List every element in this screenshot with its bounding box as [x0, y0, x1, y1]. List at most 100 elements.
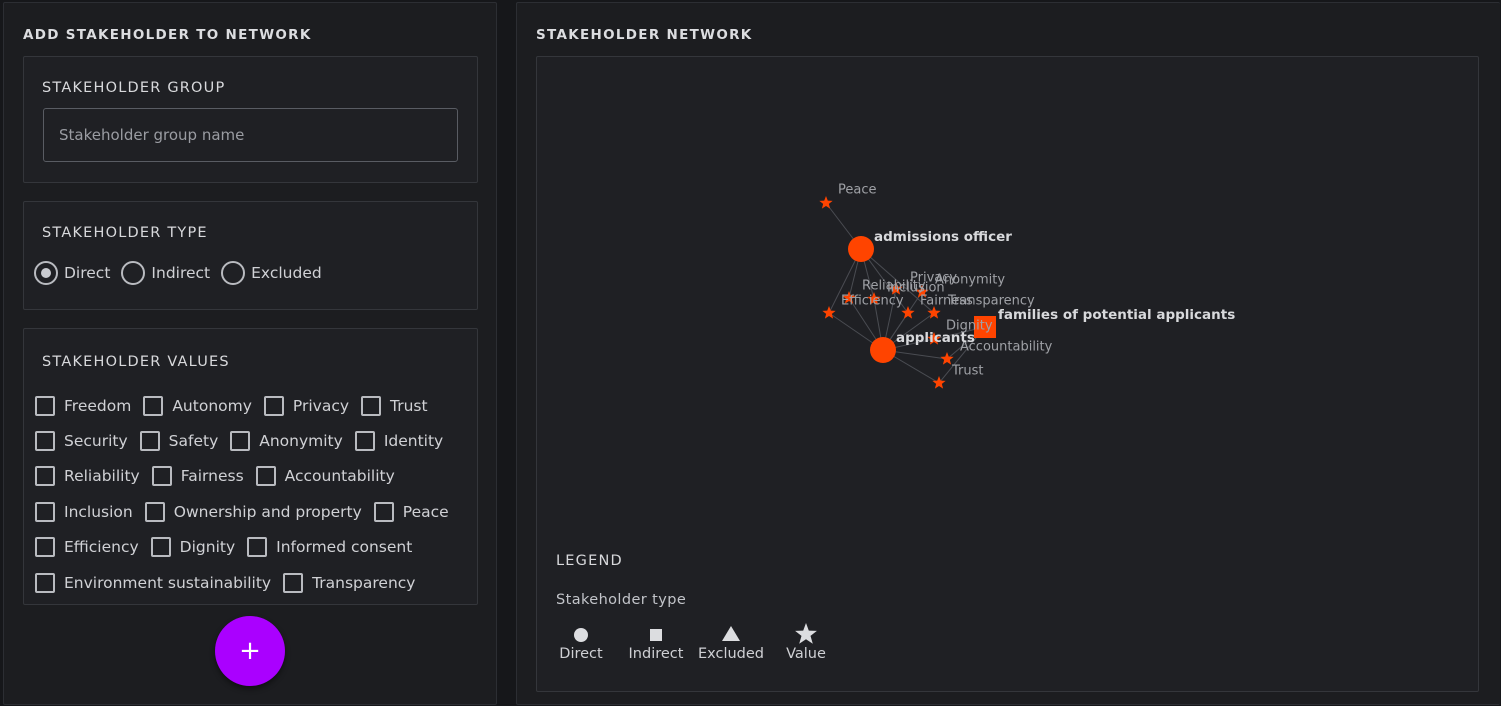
checkbox-label: Security [64, 432, 128, 451]
values-row: Security Safety Anonymity Identity [35, 423, 475, 458]
checkbox-box-icon[interactable] [354, 431, 375, 452]
checkbox-box-icon[interactable] [230, 431, 251, 452]
checkbox-security[interactable]: Security [35, 431, 128, 452]
checkbox-efficiency[interactable]: Efficiency [35, 537, 139, 558]
checkbox-freedom[interactable]: Freedom [35, 395, 132, 416]
radio-circle-icon[interactable] [34, 261, 58, 285]
panel-title: STAKEHOLDER NETWORK [536, 27, 753, 43]
checkbox-label: Safety [168, 432, 219, 451]
checkbox-label: Identity [383, 432, 444, 451]
radio-direct[interactable]: Direct [34, 261, 110, 285]
checkbox-box-icon[interactable] [247, 537, 268, 558]
checkbox-label: Autonomy [172, 396, 252, 415]
checkbox-label: Accountability [284, 467, 395, 486]
legend-subtitle: Stakeholder type [556, 592, 687, 608]
checkbox-box-icon[interactable] [263, 395, 284, 416]
stakeholder-node-applicants[interactable] [870, 337, 896, 363]
checkbox-label: Fairness [180, 467, 244, 486]
value-node-peace[interactable] [819, 196, 833, 209]
node-label-admissions-officer: admissions officer [874, 229, 1012, 245]
checkbox-box-icon[interactable] [151, 466, 172, 487]
radio-circle-icon[interactable] [221, 261, 246, 285]
checkbox-dignity[interactable]: Dignity [150, 537, 235, 558]
checkbox-reliability[interactable]: Reliability [35, 466, 140, 487]
checkbox-box-icon[interactable] [35, 466, 55, 487]
checkbox-environment-sustainability[interactable]: Environment sustainability [35, 572, 271, 593]
legend-item-indirect: Indirect [616, 623, 696, 662]
checkbox-autonomy[interactable]: Autonomy [143, 395, 252, 416]
checkbox-box-icon[interactable] [144, 501, 165, 522]
node-label-peace: Peace [838, 183, 877, 198]
checkbox-box-icon[interactable] [255, 466, 276, 487]
checkbox-box-icon[interactable] [35, 395, 55, 416]
network-graph-area[interactable]: Peace Privacy Anonymity Reliability Inclusio… [536, 56, 1479, 692]
checkbox-label: Privacy [292, 396, 350, 415]
stakeholder-network-panel: STAKEHOLDER NETWORK Peace Privacy Anonymit… [516, 2, 1500, 705]
radio-excluded[interactable]: Excluded [221, 261, 322, 285]
checkbox-label: Transparency [312, 573, 416, 592]
checkbox-label: Anonymity [259, 432, 343, 451]
checkbox-label: Informed consent [276, 538, 413, 557]
panel-title: ADD STAKEHOLDER TO NETWORK [23, 27, 312, 43]
checkbox-box-icon[interactable] [139, 431, 160, 452]
checkbox-box-icon[interactable] [35, 501, 55, 522]
legend-item-excluded: Excluded [691, 623, 771, 662]
checkbox-box-icon[interactable] [283, 572, 304, 593]
radio-label: Direct [64, 264, 111, 282]
checkbox-fairness[interactable]: Fairness [151, 466, 244, 487]
checkbox-inclusion[interactable]: Inclusion [35, 501, 133, 522]
checkbox-anonymity[interactable]: Anonymity [230, 431, 343, 452]
stakeholder-values-title: STAKEHOLDER VALUES [42, 354, 230, 370]
node-label-efficiency: Efficiency [841, 294, 904, 309]
triangle-icon [691, 623, 771, 645]
stakeholder-group-title: STAKEHOLDER GROUP [42, 80, 226, 96]
stakeholder-type-card: STAKEHOLDER TYPE Direct Indirect Excluded [23, 201, 478, 310]
legend-label: Direct [559, 646, 603, 662]
checkbox-label: Efficiency [64, 538, 139, 557]
checkbox-accountability[interactable]: Accountability [255, 466, 395, 487]
checkbox-box-icon[interactable] [373, 501, 394, 522]
checkbox-label: Trust [390, 396, 428, 415]
checkbox-label: Freedom [64, 396, 132, 415]
stakeholder-type-radio-group: Direct Indirect Excluded [34, 261, 333, 285]
checkbox-trust[interactable]: Trust [361, 395, 428, 416]
legend-label: Indirect [628, 646, 684, 662]
stakeholder-node-admissions-officer[interactable] [848, 236, 874, 262]
checkbox-privacy[interactable]: Privacy [263, 395, 350, 416]
radio-indirect[interactable]: Indirect [121, 261, 210, 285]
square-icon [616, 623, 696, 645]
checkbox-safety[interactable]: Safety [139, 431, 219, 452]
checkbox-box-icon[interactable] [150, 537, 171, 558]
legend-label: Excluded [697, 646, 764, 662]
checkbox-box-icon[interactable] [35, 537, 55, 558]
stakeholder-group-input[interactable] [43, 108, 458, 162]
checkbox-transparency[interactable]: Transparency [283, 572, 416, 593]
legend-item-value: Value [766, 623, 846, 662]
checkbox-peace[interactable]: Peace [373, 501, 449, 522]
checkbox-label: Reliability [64, 467, 140, 486]
stakeholder-type-title: STAKEHOLDER TYPE [42, 225, 208, 241]
stakeholder-values-grid: Freedom Autonomy Privacy Trust Security Safet… [35, 388, 475, 600]
checkbox-box-icon[interactable] [361, 395, 382, 416]
checkbox-identity[interactable]: Identity [354, 431, 444, 452]
node-label-anonymity: Anonymity [935, 273, 1005, 288]
node-label-applicants: applicants [896, 330, 975, 346]
checkbox-box-icon[interactable] [35, 431, 55, 452]
checkbox-informed-consent[interactable]: Informed consent [247, 537, 413, 558]
legend-label: Value [786, 646, 826, 662]
node-label-trust: Trust [951, 364, 983, 379]
stakeholder-values-card: STAKEHOLDER VALUES Freedom Autonomy Privac… [23, 328, 478, 605]
values-row: Freedom Autonomy Privacy Trust [35, 388, 475, 423]
radio-circle-icon[interactable] [121, 261, 146, 285]
radio-label: Indirect [151, 264, 211, 282]
checkbox-box-icon[interactable] [143, 395, 164, 416]
node-label-families-of-potential-applicants: families of potential applicants [998, 307, 1235, 323]
add-stakeholder-button[interactable]: + [215, 616, 285, 686]
checkbox-label: Peace [402, 502, 449, 521]
checkbox-box-icon[interactable] [35, 572, 55, 593]
plus-icon: + [239, 636, 261, 666]
stakeholder-group-card: STAKEHOLDER GROUP [23, 56, 478, 183]
checkbox-ownership-and-property[interactable]: Ownership and property [144, 501, 362, 522]
star-icon [766, 623, 846, 645]
values-row: Efficiency Dignity Informed consent [35, 530, 475, 565]
